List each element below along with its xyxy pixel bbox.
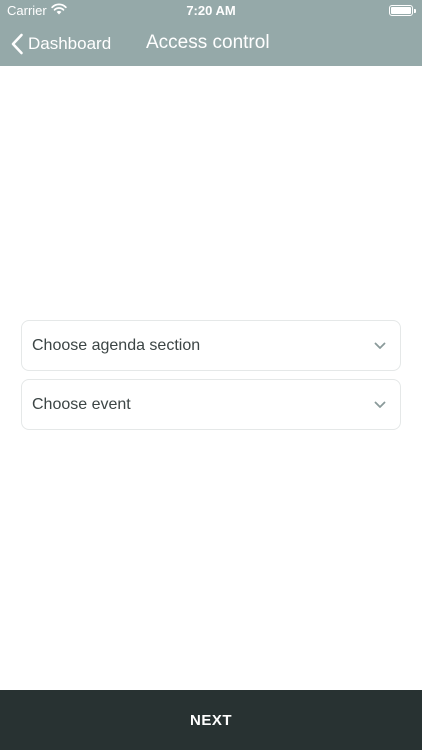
chevron-down-icon — [374, 342, 386, 349]
back-button-label: Dashboard — [28, 34, 112, 53]
back-button[interactable]: Dashboard — [10, 30, 111, 58]
status-time: 7:20 AM — [186, 3, 236, 18]
battery-level — [391, 7, 411, 14]
status-bar: Carrier 7:20 AM — [0, 0, 422, 22]
event-select[interactable]: Choose event — [21, 379, 401, 430]
page-title: Access control — [146, 32, 270, 53]
battery-icon — [389, 5, 416, 16]
access-control-screen: Carrier 7:20 AM Dashboard Access control… — [0, 0, 422, 750]
agenda-section-placeholder: Choose agenda section — [32, 337, 201, 354]
agenda-section-select[interactable]: Choose agenda section — [21, 320, 401, 371]
next-button[interactable]: NEXT — [0, 690, 422, 750]
next-button-label: NEXT — [189, 711, 232, 729]
event-placeholder: Choose event — [32, 396, 131, 413]
chevron-down-icon — [374, 401, 386, 408]
top-bar: Carrier 7:20 AM Dashboard Access control — [0, 0, 422, 66]
chevron-left-icon — [11, 33, 23, 55]
navigation-bar: Dashboard Access control — [0, 22, 422, 66]
